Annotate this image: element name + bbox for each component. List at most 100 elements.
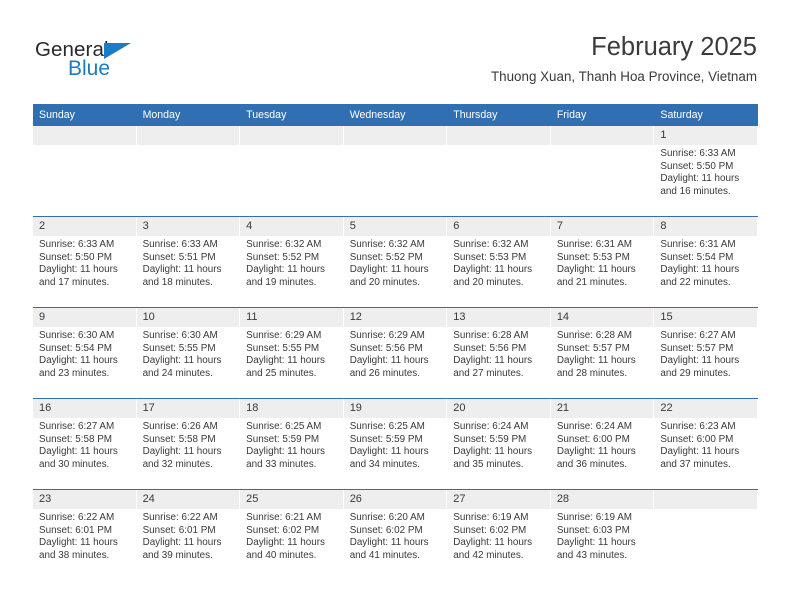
calendar-day[interactable]: 7 Sunrise: 6:31 AM Sunset: 5:53 PM Daylight…	[550, 217, 655, 307]
calendar-day[interactable]: 8 Sunrise: 6:31 AM Sunset: 5:54 PM Daylight…	[654, 217, 758, 307]
sunrise-text: Sunrise: 6:25 AM	[246, 421, 322, 432]
day-details: Sunrise: 6:21 AM Sunset: 6:02 PM Daylight:…	[240, 509, 344, 562]
sunrise-text: Sunrise: 6:29 AM	[246, 330, 322, 341]
daylight-text-line2: and 37 minutes.	[660, 458, 731, 470]
day-number: 27	[447, 490, 551, 509]
calendar-day[interactable]: 20 Sunrise: 6:24 AM Sunset: 5:59 PM Dayligh…	[447, 399, 551, 489]
calendar-day[interactable]: 28 Sunrise: 6:19 AM Sunset: 6:03 PM Dayligh…	[550, 490, 655, 580]
calendar-day[interactable]: 14 Sunrise: 6:28 AM Sunset: 5:57 PM Dayligh…	[550, 308, 655, 398]
sunset-text: Sunset: 5:53 PM	[453, 251, 527, 263]
calendar-header-row: Sunday Monday Tuesday Wednesday Thursday…	[33, 104, 758, 126]
sunrise-text: Sunrise: 6:24 AM	[556, 421, 633, 432]
calendar-day[interactable]: 5 Sunrise: 6:32 AM Sunset: 5:52 PM Daylight…	[343, 217, 448, 307]
calendar-table: Sunday Monday Tuesday Wednesday Thursday…	[33, 104, 758, 580]
calendar-day-empty	[654, 490, 758, 580]
title-block: February 2025 Thuong Xuan, Thanh Hoa Pro…	[491, 32, 757, 85]
calendar-day[interactable]: 12 Sunrise: 6:29 AM Sunset: 5:56 PM Dayligh…	[343, 308, 448, 398]
sunset-text: Sunset: 6:03 PM	[556, 524, 630, 536]
daylight-text-line1: Daylight: 11 hours	[246, 355, 325, 367]
day-number	[550, 126, 655, 145]
daylight-text-line2: and 23 minutes.	[39, 367, 110, 379]
calendar-day[interactable]: 26 Sunrise: 6:20 AM Sunset: 6:02 PM Dayligh…	[343, 490, 448, 580]
calendar-day-empty	[550, 126, 655, 216]
day-details: Sunrise: 6:20 AM Sunset: 6:02 PM Daylight:…	[344, 509, 448, 562]
sunrise-text: Sunrise: 6:24 AM	[453, 421, 529, 432]
calendar-day[interactable]: 11 Sunrise: 6:29 AM Sunset: 5:55 PM Dayligh…	[240, 308, 344, 398]
weekday-header-monday: Monday	[136, 104, 241, 126]
sunrise-text: Sunrise: 6:32 AM	[453, 239, 529, 250]
daylight-text-line2: and 22 minutes.	[660, 276, 731, 288]
calendar-week-row: 9 Sunrise: 6:30 AM Sunset: 5:54 PM Daylight…	[33, 307, 758, 399]
calendar-day[interactable]: 13 Sunrise: 6:28 AM Sunset: 5:56 PM Dayligh…	[447, 308, 551, 398]
page-subtitle: Thuong Xuan, Thanh Hoa Province, Vietnam	[490, 69, 757, 84]
daylight-text-line1: Daylight: 11 hours	[660, 264, 740, 276]
general-blue-logo[interactable]: General Blue	[35, 38, 225, 88]
calendar-cell: 18 Sunrise: 6:25 AM Sunset: 5:59 PM Dayligh…	[240, 398, 344, 490]
sunset-text: Sunset: 6:00 PM	[556, 433, 630, 445]
calendar-day[interactable]: 15 Sunrise: 6:27 AM Sunset: 5:57 PM Dayligh…	[654, 308, 758, 398]
calendar-cell	[343, 126, 448, 217]
daylight-text-line2: and 21 minutes.	[556, 276, 628, 288]
calendar-day-empty	[136, 126, 241, 216]
sunset-text: Sunset: 5:59 PM	[349, 433, 423, 445]
sunrise-text: Sunrise: 6:33 AM	[660, 148, 736, 159]
day-number: 24	[136, 490, 241, 509]
calendar-cell: 16 Sunrise: 6:27 AM Sunset: 5:58 PM Dayligh…	[33, 398, 137, 490]
calendar-day-empty	[343, 126, 448, 216]
daylight-text-line1: Daylight: 11 hours	[39, 446, 118, 458]
calendar-day-empty	[447, 126, 551, 216]
calendar-cell	[447, 126, 551, 217]
calendar-day[interactable]: 18 Sunrise: 6:25 AM Sunset: 5:59 PM Dayligh…	[240, 399, 344, 489]
day-number	[343, 126, 448, 145]
calendar-day[interactable]: 10 Sunrise: 6:30 AM Sunset: 5:55 PM Dayligh…	[136, 308, 241, 398]
calendar-day[interactable]: 1 Sunrise: 6:33 AM Sunset: 5:50 PM Daylight…	[654, 126, 758, 216]
day-number: 10	[136, 308, 241, 327]
sunrise-text: Sunrise: 6:27 AM	[39, 421, 115, 432]
day-details: Sunrise: 6:27 AM Sunset: 5:58 PM Daylight:…	[33, 418, 137, 471]
daylight-text-line1: Daylight: 11 hours	[246, 537, 325, 549]
calendar-cell: 4 Sunrise: 6:32 AM Sunset: 5:52 PM Daylight…	[240, 216, 344, 308]
day-number: 9	[33, 308, 137, 327]
day-details: Sunrise: 6:22 AM Sunset: 6:01 PM Daylight:…	[137, 509, 241, 562]
calendar-day[interactable]: 19 Sunrise: 6:25 AM Sunset: 5:59 PM Dayligh…	[343, 399, 448, 489]
calendar-cell	[240, 126, 344, 217]
calendar-day[interactable]: 27 Sunrise: 6:19 AM Sunset: 6:02 PM Dayligh…	[447, 490, 551, 580]
daylight-text-line2: and 40 minutes.	[246, 549, 317, 561]
sunset-text: Sunset: 6:01 PM	[39, 524, 113, 536]
sunset-text: Sunset: 6:02 PM	[453, 524, 527, 536]
calendar-day[interactable]: 16 Sunrise: 6:27 AM Sunset: 5:58 PM Dayligh…	[33, 399, 137, 489]
calendar-cell: 6 Sunrise: 6:32 AM Sunset: 5:53 PM Daylight…	[447, 216, 551, 308]
calendar-day[interactable]: 21 Sunrise: 6:24 AM Sunset: 6:00 PM Dayligh…	[550, 399, 655, 489]
sunrise-text: Sunrise: 6:23 AM	[660, 421, 736, 432]
calendar-cell: 21 Sunrise: 6:24 AM Sunset: 6:00 PM Dayligh…	[550, 398, 655, 490]
sunrise-text: Sunrise: 6:22 AM	[39, 512, 115, 523]
sunset-text: Sunset: 6:01 PM	[142, 524, 216, 536]
calendar-day[interactable]: 24 Sunrise: 6:22 AM Sunset: 6:01 PM Dayligh…	[136, 490, 241, 580]
sunset-text: Sunset: 6:02 PM	[246, 524, 320, 536]
daylight-text-line2: and 41 minutes.	[349, 549, 420, 561]
daylight-text-line1: Daylight: 11 hours	[453, 537, 533, 549]
calendar-day[interactable]: 22 Sunrise: 6:23 AM Sunset: 6:00 PM Dayligh…	[654, 399, 758, 489]
page-header: General Blue February 2025 Thuong Xuan, …	[0, 0, 792, 100]
day-number: 15	[654, 308, 758, 327]
sunset-text: Sunset: 6:00 PM	[660, 433, 734, 445]
calendar-day[interactable]: 23 Sunrise: 6:22 AM Sunset: 6:01 PM Dayligh…	[33, 490, 137, 580]
daylight-text-line2: and 20 minutes.	[349, 276, 420, 288]
calendar-day[interactable]: 9 Sunrise: 6:30 AM Sunset: 5:54 PM Daylight…	[33, 308, 137, 398]
calendar-day[interactable]: 6 Sunrise: 6:32 AM Sunset: 5:53 PM Daylight…	[447, 217, 551, 307]
daylight-text-line1: Daylight: 11 hours	[349, 355, 429, 367]
calendar-day[interactable]: 25 Sunrise: 6:21 AM Sunset: 6:02 PM Dayligh…	[240, 490, 344, 580]
calendar-cell: 26 Sunrise: 6:20 AM Sunset: 6:02 PM Dayligh…	[343, 489, 448, 580]
calendar-body: 1 Sunrise: 6:33 AM Sunset: 5:50 PM Daylight…	[33, 126, 758, 580]
calendar-day[interactable]: 3 Sunrise: 6:33 AM Sunset: 5:51 PM Daylight…	[136, 217, 241, 307]
calendar-page: General Blue February 2025 Thuong Xuan, …	[0, 0, 792, 612]
calendar-day[interactable]: 17 Sunrise: 6:26 AM Sunset: 5:58 PM Dayligh…	[136, 399, 241, 489]
day-number: 4	[240, 217, 344, 236]
day-number: 25	[240, 490, 344, 509]
daylight-text-line1: Daylight: 11 hours	[142, 264, 222, 276]
day-details: Sunrise: 6:30 AM Sunset: 5:54 PM Daylight:…	[33, 327, 137, 380]
day-details: Sunrise: 6:29 AM Sunset: 5:56 PM Daylight:…	[344, 327, 448, 380]
calendar-day[interactable]: 4 Sunrise: 6:32 AM Sunset: 5:52 PM Daylight…	[240, 217, 344, 307]
daylight-text-line1: Daylight: 11 hours	[453, 264, 533, 276]
calendar-day[interactable]: 2 Sunrise: 6:33 AM Sunset: 5:50 PM Daylight…	[33, 217, 137, 307]
